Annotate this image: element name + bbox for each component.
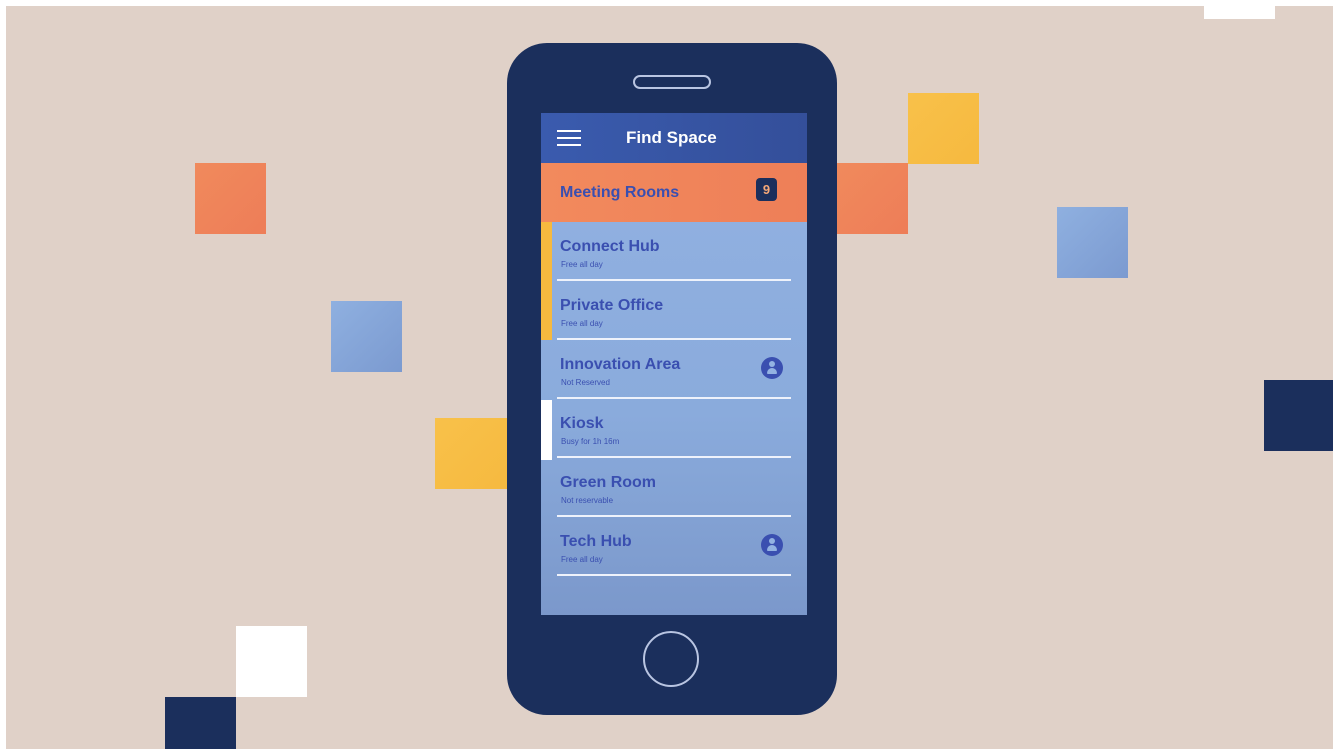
phone-speaker [633,75,711,89]
hamburger-menu-icon[interactable] [557,128,581,148]
room-status: Not Reserved [561,378,610,387]
app-header: Find Space [541,113,807,163]
phone-device: Find Space Meeting Rooms 9 Connect Hub F… [507,43,837,715]
room-status: Busy for 1h 16m [561,437,620,446]
room-name: Private Office [560,297,664,314]
room-name: Innovation Area [560,356,681,373]
decorative-square-white [236,626,307,697]
decorative-square-orange [195,163,266,234]
availability-indicator [541,400,552,460]
room-item-tech-hub[interactable]: Tech Hub Free all day [541,517,807,576]
category-label: Meeting Rooms [560,184,680,201]
decorative-square-navy [165,697,236,749]
app-screen: Find Space Meeting Rooms 9 Connect Hub F… [541,113,807,615]
room-item-connect-hub[interactable]: Connect Hub Free all day [541,222,807,281]
decorative-square-navy [1264,380,1333,451]
availability-indicator [541,222,552,281]
room-status: Free all day [561,260,603,269]
room-name: Kiosk [560,415,604,432]
user-icon [761,534,783,556]
divider [557,574,791,576]
page-title: Find Space [626,128,717,147]
decorative-square-orange [837,163,908,234]
room-status: Not reservable [561,496,614,505]
room-name: Tech Hub [560,533,632,550]
category-meeting-rooms[interactable]: Meeting Rooms 9 [541,163,807,222]
decorative-square-yellow [908,93,979,164]
decorative-square-blue [331,301,402,372]
decorative-square-blue [1057,207,1128,278]
home-button[interactable] [643,631,699,687]
count-badge: 9 [756,178,777,201]
room-name: Green Room [560,474,657,491]
room-name: Connect Hub [560,238,660,255]
availability-indicator [541,281,552,340]
room-status: Free all day [561,319,603,328]
room-status: Free all day [561,555,603,564]
decorative-square-white [1204,6,1275,19]
room-item-innovation-area[interactable]: Innovation Area Not Reserved [541,340,807,399]
decorative-square-yellow [435,418,513,489]
room-item-kiosk[interactable]: Kiosk Busy for 1h 16m [541,399,807,460]
room-item-green-room[interactable]: Green Room Not reservable [541,458,807,517]
room-item-private-office[interactable]: Private Office Free all day [541,281,807,340]
user-icon [761,357,783,379]
